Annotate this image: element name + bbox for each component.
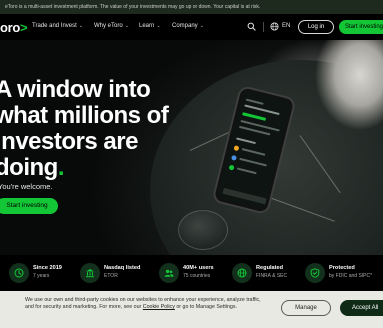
linen-cloth-image [300, 40, 383, 150]
glass-image [178, 210, 228, 250]
accept-all-cookies-button[interactable]: Accept All [340, 300, 383, 316]
logo-chevron: > [20, 20, 28, 35]
clock-icon [9, 263, 29, 283]
risk-disclaimer-text: eToro is a multi-asset investment platfo… [5, 4, 261, 10]
hero-headline: A window into what millions of investors… [0, 77, 245, 181]
cookie-banner: We use our own and third-party cookies o… [0, 291, 383, 328]
manage-cookies-button[interactable]: Manage [281, 300, 331, 316]
language-selector[interactable]: EN [282, 23, 290, 29]
stat-subtitle: 75 countries [183, 273, 211, 279]
nav-start-investing-button[interactable]: Start investing [339, 20, 383, 34]
nav-divider [263, 22, 264, 32]
stat-title: Regulated [256, 265, 284, 271]
phone-ui-line [245, 98, 264, 105]
headline-line-last: doing. [0, 155, 245, 181]
login-button[interactable]: Log in [298, 20, 334, 34]
nav-item-label: Learn [139, 23, 155, 29]
globe-icon [232, 263, 252, 283]
nav-item-label: Why eToro [94, 23, 123, 29]
nav-learn[interactable]: Learn ⌄ [139, 23, 161, 29]
globe-icon[interactable] [270, 22, 279, 31]
headline-line: A window into [0, 76, 151, 103]
nav-item-label: Company [172, 23, 198, 29]
stat-title: 40M+ users [183, 265, 214, 271]
trust-stats-strip: Since 2019 7 years Nasdaq listed ETOR 40… [0, 255, 383, 291]
chevron-down-icon: ⌄ [78, 23, 84, 29]
cookie-text: We use our own and third-party cookies o… [25, 297, 270, 311]
stat-title: Protected [329, 265, 355, 271]
hero-start-investing-button[interactable]: Start investing [0, 198, 58, 214]
search-icon[interactable] [247, 22, 256, 31]
hero-subtext: You're welcome. [0, 182, 53, 191]
chevron-down-icon: ⌄ [199, 23, 204, 29]
phone-ui-tabbar [222, 187, 267, 205]
phone-ui-line [240, 119, 280, 132]
logo-text: oro [0, 20, 21, 35]
nav-trade-and-invest[interactable]: Trade and Invest ⌄ [32, 23, 83, 29]
nav-item-label: Trade and Invest [32, 23, 77, 29]
hero-section: A window into what millions of investors… [0, 40, 383, 255]
stat-subtitle: by FDIC and SIPC* [329, 273, 373, 279]
users-icon [159, 263, 179, 283]
stat-title: Nasdaq listed [104, 265, 141, 271]
stat-title: Since 2019 [33, 265, 62, 271]
main-nav: oro> Trade and Invest ⌄ Why eToro ⌄ Learn ⌄… [0, 14, 383, 40]
nav-company[interactable]: Company ⌄ [172, 23, 204, 29]
nav-why-etoro[interactable]: Why eToro ⌄ [94, 23, 129, 29]
phone-ui-accent [242, 112, 267, 121]
chevron-down-icon: ⌄ [156, 23, 161, 29]
bank-icon [80, 263, 100, 283]
cookie-policy-link[interactable]: Cookie Policy [143, 304, 175, 310]
risk-disclaimer-bar: eToro is a multi-asset investment platfo… [0, 0, 383, 14]
stat-subtitle: 7 years [33, 273, 50, 279]
shield-icon [305, 263, 325, 283]
headline-line: investors are [0, 128, 138, 155]
stat-subtitle: ETOR [104, 273, 118, 279]
headline-line: what millions of [0, 102, 169, 129]
headline-green-dot: . [57, 154, 65, 181]
chevron-down-icon: ⌄ [124, 23, 129, 29]
cookie-text-after: or go to Manage Settings. [174, 304, 237, 311]
headline-line-text: doing [0, 154, 58, 181]
etoro-logo[interactable]: oro> [0, 20, 28, 35]
phone-ui-line [241, 148, 266, 156]
stat-subtitle: FINRA & SEC [256, 273, 288, 279]
